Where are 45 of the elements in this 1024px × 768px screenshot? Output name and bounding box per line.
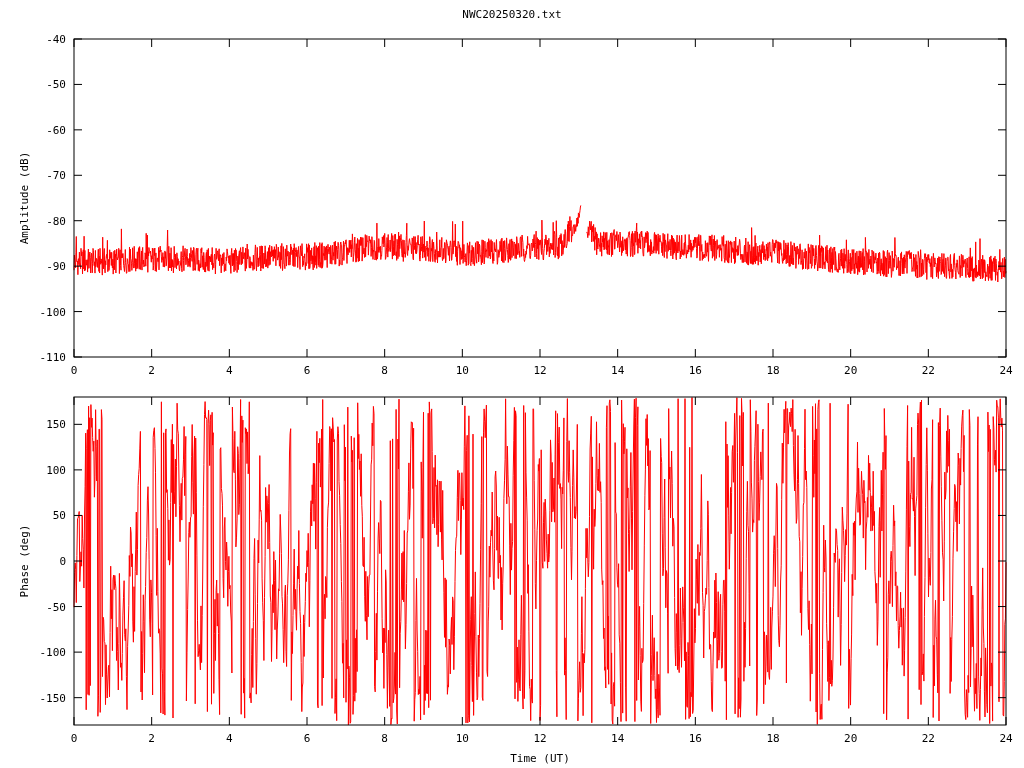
y-tick-label: 100 (46, 463, 66, 477)
x-tick-label: 0 (70, 364, 78, 377)
y-tick-label: -70 (46, 169, 66, 183)
y-tick-label: -150 (39, 691, 66, 705)
y-tick-label: -100 (39, 646, 66, 660)
x-tick-label: 14 (611, 732, 625, 745)
x-tick-label: 24 (999, 364, 1013, 377)
x-axis-title: Time (UT) (510, 752, 570, 765)
x-tick-label: 6 (303, 364, 311, 377)
x-tick-label: 6 (303, 732, 311, 745)
x-tick-label: 16 (688, 364, 702, 377)
x-tick-label: 8 (381, 364, 388, 377)
x-tick-label: 10 (455, 364, 469, 377)
y-tick-label: -50 (46, 600, 66, 614)
x-tick-label: 20 (844, 732, 858, 745)
y-tick-label: 50 (52, 509, 66, 523)
y-tick-label: -80 (46, 214, 66, 228)
x-tick-label: 20 (844, 364, 858, 377)
x-tick-label: 2 (148, 364, 155, 377)
x-tick-label: 18 (766, 732, 780, 745)
x-tick-label: 2 (148, 732, 155, 745)
x-tick-label: 14 (611, 364, 625, 377)
x-tick-label: 4 (226, 364, 233, 377)
x-tick-label: 0 (70, 732, 78, 745)
x-tick-label: 4 (226, 732, 233, 745)
x-tick-label: 16 (688, 732, 702, 745)
x-tick-label: 8 (381, 732, 388, 745)
x-tick-label: 12 (533, 364, 547, 377)
y-tick-label: 0 (59, 555, 66, 568)
y-tick-label: -50 (46, 78, 66, 92)
y-tick-label: -40 (46, 33, 66, 46)
y-tick-label: 150 (46, 418, 66, 432)
y-axis-title: Phase (deg) (18, 524, 31, 598)
x-tick-label: 24 (999, 732, 1013, 745)
y-axis-title: Amplitude (dB) (18, 151, 31, 245)
y-tick-label: -100 (39, 305, 66, 319)
x-tick-label: 22 (921, 732, 935, 745)
x-tick-label: 10 (455, 732, 469, 745)
x-tick-label: 18 (766, 364, 780, 377)
y-tick-label: -90 (46, 260, 66, 274)
x-tick-label: 22 (921, 364, 935, 377)
y-tick-label: -110 (39, 351, 66, 364)
y-tick-label: -60 (46, 123, 66, 137)
chart-title: NWC20250320.txt (462, 6, 562, 23)
x-tick-label: 12 (533, 732, 547, 745)
